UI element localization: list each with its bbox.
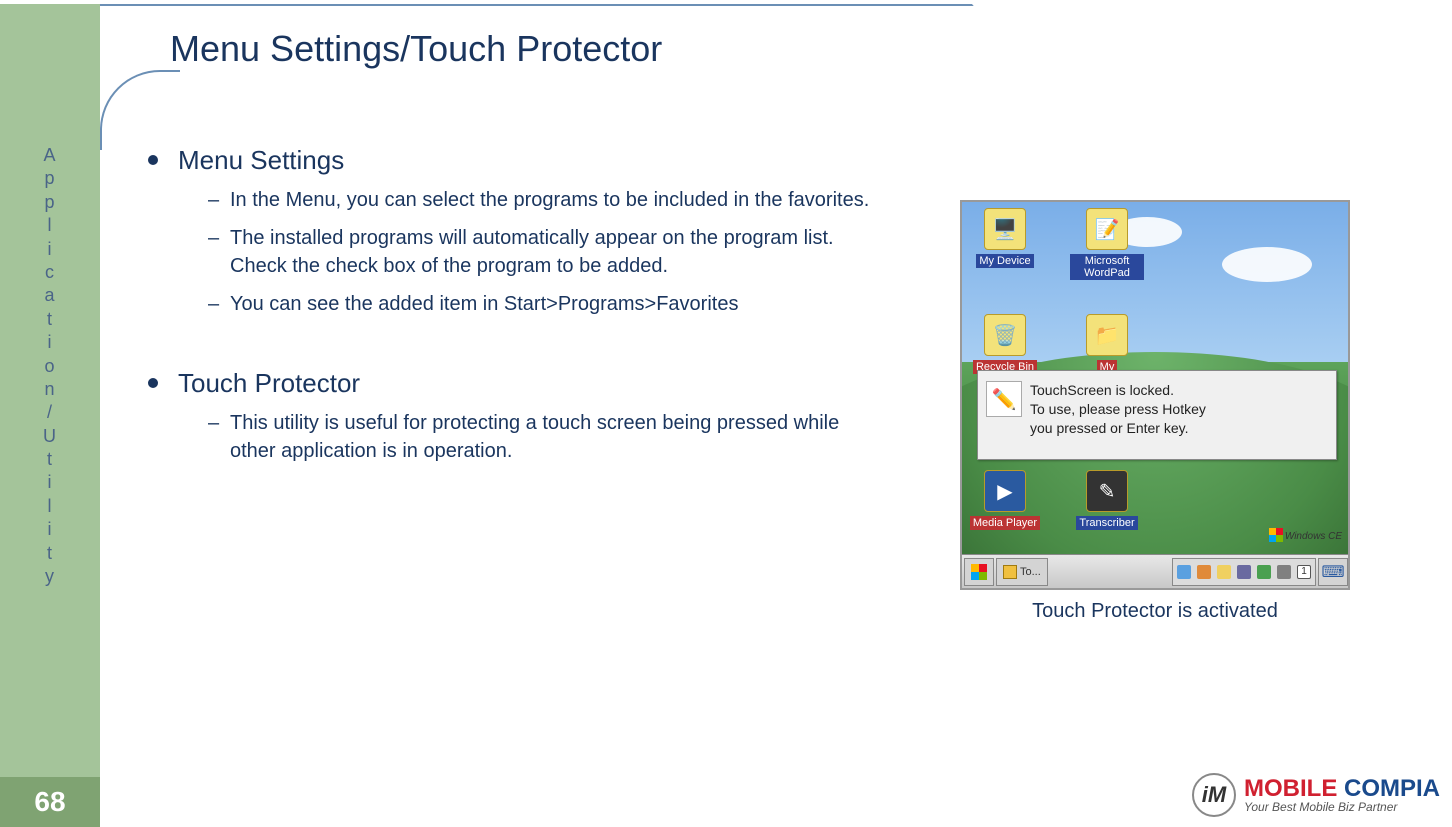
- taskbar-button-label: To...: [1020, 566, 1041, 578]
- popup-line: To use, please press Hotkey: [1030, 401, 1206, 417]
- brand-badge-icon: iM: [1192, 773, 1236, 817]
- screenshot-caption: Touch Protector is activated: [960, 600, 1350, 623]
- tray-icon[interactable]: [1177, 565, 1191, 579]
- desktop-icon-transcriber[interactable]: ✎ Transcriber: [1070, 470, 1144, 530]
- content-body: Menu Settings In the Menu, you can selec…: [130, 145, 870, 475]
- bullet-menu-settings: Menu Settings: [130, 145, 870, 176]
- icon-label: Microsoft WordPad: [1070, 254, 1144, 280]
- tray-icon[interactable]: [1277, 565, 1291, 579]
- system-tray: 1: [1172, 558, 1316, 586]
- taskbar-button[interactable]: To...: [996, 558, 1048, 586]
- wordpad-icon: 📝: [1086, 208, 1128, 250]
- tray-icon[interactable]: [1217, 565, 1231, 579]
- start-button[interactable]: [964, 558, 994, 586]
- page-title: Menu Settings/Touch Protector: [170, 28, 662, 70]
- popup-line: you pressed or Enter key.: [1030, 420, 1188, 436]
- brand-name-a: MOBILE: [1244, 775, 1344, 802]
- icon-label: Media Player: [970, 516, 1040, 530]
- sub-bullet: In the Menu, you can select the programs…: [130, 186, 870, 214]
- wallpaper-cloud: [1222, 247, 1312, 282]
- bullet-touch-protector: Touch Protector: [130, 368, 870, 399]
- media-player-icon: ▶: [984, 470, 1026, 512]
- desktop-icon-media-player[interactable]: ▶ Media Player: [968, 470, 1042, 530]
- windows-ce-logo: Windows CE: [1269, 528, 1342, 542]
- sidebar: Application/Utility 68: [0, 4, 100, 827]
- desktop-icon-wordpad[interactable]: 📝 Microsoft WordPad: [1070, 208, 1144, 280]
- icon-label: Transcriber: [1076, 516, 1137, 530]
- touchscreen-locked-popup: ✏️ TouchScreen is locked. To use, please…: [977, 370, 1337, 460]
- recycle-icon: 🗑️: [984, 314, 1026, 356]
- header-corner: [1032, 4, 1452, 74]
- taskbar: To... 1 ⌨: [962, 554, 1348, 588]
- tray-num-icon[interactable]: 1: [1297, 565, 1311, 579]
- pen-lock-icon: ✏️: [986, 381, 1022, 417]
- brand-tagline: Your Best Mobile Biz Partner: [1244, 801, 1440, 814]
- transcriber-icon: ✎: [1086, 470, 1128, 512]
- computer-icon: 🖥️: [984, 208, 1026, 250]
- brand-logo: iM MOBILE COMPIA Your Best Mobile Biz Pa…: [1192, 773, 1440, 817]
- popup-line: TouchScreen is locked.: [1030, 382, 1174, 398]
- sidebar-vertical-label: Application/Utility: [0, 144, 100, 588]
- sub-bullet: This utility is useful for protecting a …: [130, 409, 870, 465]
- sub-bullet: The installed programs will automaticall…: [130, 224, 870, 280]
- sub-bullet: You can see the added item in Start>Prog…: [130, 290, 870, 318]
- brand-name-b: COMPIA: [1344, 775, 1440, 802]
- desktop-icon-recycle[interactable]: 🗑️ Recycle Bin: [968, 314, 1042, 374]
- device-screenshot: 🖥️ My Device 📝 Microsoft WordPad 🗑️ Recy…: [960, 200, 1350, 590]
- desktop-icon-my-device[interactable]: 🖥️ My Device: [968, 208, 1042, 268]
- icon-label: My Device: [976, 254, 1033, 268]
- brand-text: MOBILE COMPIA Your Best Mobile Biz Partn…: [1244, 776, 1440, 814]
- folder-icon: 📁: [1086, 314, 1128, 356]
- sip-keyboard-button[interactable]: ⌨: [1318, 558, 1348, 586]
- slide: Application/Utility 68 Menu Settings/Tou…: [0, 0, 1452, 827]
- bullet-heading: Touch Protector: [178, 368, 870, 399]
- popup-text: TouchScreen is locked. To use, please pr…: [1030, 381, 1206, 449]
- bullet-heading: Menu Settings: [178, 145, 870, 176]
- page-number: 68: [0, 777, 100, 827]
- pen-icon: [1003, 565, 1017, 579]
- tray-icon[interactable]: [1237, 565, 1251, 579]
- tray-icon[interactable]: [1197, 565, 1211, 579]
- tray-icon[interactable]: [1257, 565, 1271, 579]
- desktop-icon-my[interactable]: 📁 My: [1070, 314, 1144, 374]
